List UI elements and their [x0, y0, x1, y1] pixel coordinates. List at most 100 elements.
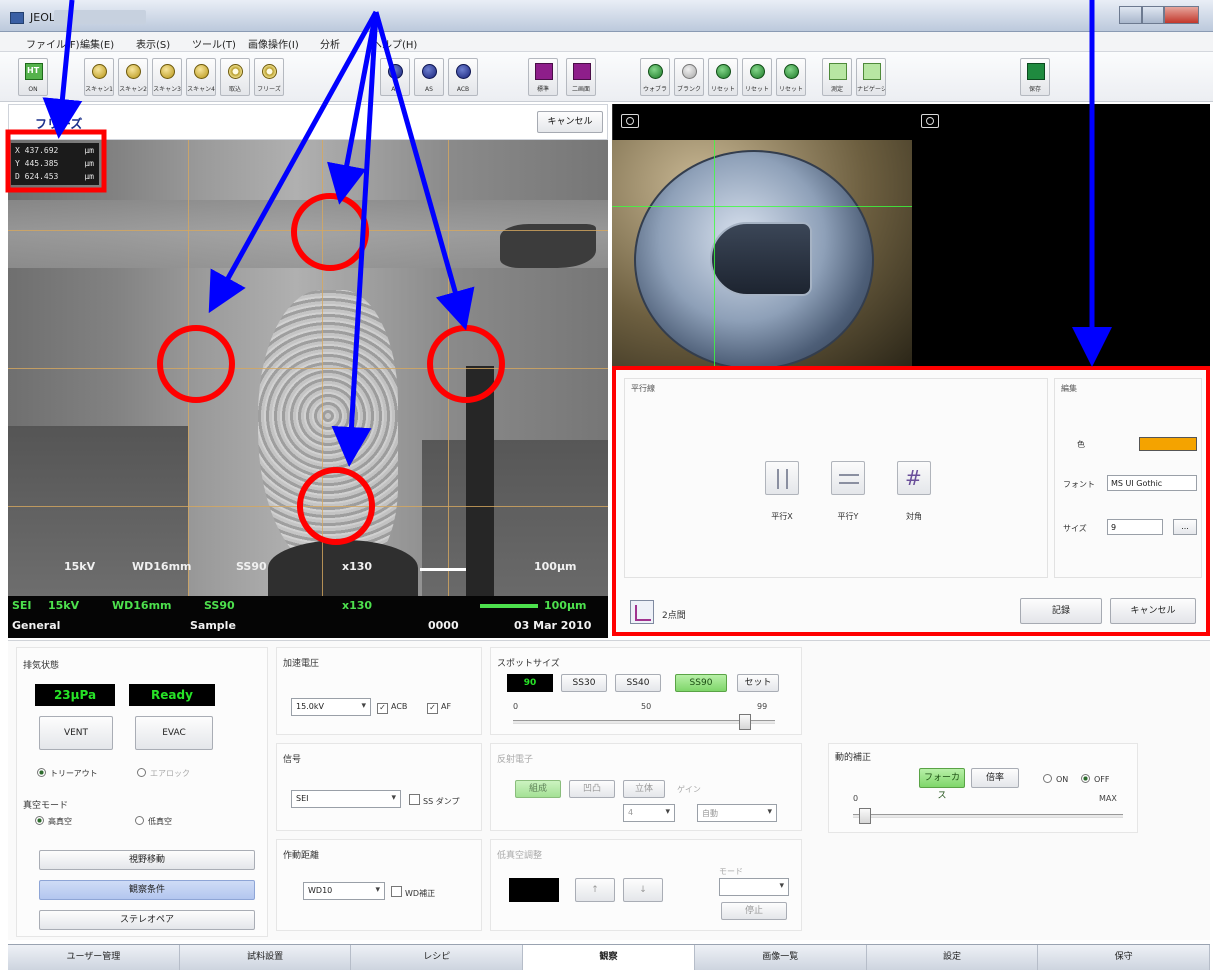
- menu-help[interactable]: ヘルプ(H): [372, 36, 417, 51]
- tab-settings[interactable]: 設定: [866, 945, 1039, 970]
- spot-size-slider[interactable]: [513, 720, 775, 724]
- dual-view-button[interactable]: 二画面: [566, 58, 596, 96]
- minimize-button[interactable]: [1119, 6, 1142, 24]
- measure-button[interactable]: 測定: [822, 58, 852, 96]
- chamber-camera-view[interactable]: [612, 140, 912, 366]
- scan4-button[interactable]: スキャン4: [186, 58, 216, 96]
- two-point-icon[interactable]: [630, 600, 654, 624]
- navigation-button[interactable]: ナビゲーション: [856, 58, 886, 96]
- scan2-button[interactable]: スキャン2: [118, 58, 148, 96]
- acb-button[interactable]: ACB: [448, 58, 478, 96]
- airlock-radio[interactable]: エアロック: [137, 768, 190, 779]
- spot-set-button[interactable]: セット: [737, 674, 779, 692]
- accel-voltage-select[interactable]: 15.0kV: [291, 698, 371, 716]
- overlay-scale: 100μm: [534, 560, 577, 573]
- diagonal-button[interactable]: #: [897, 461, 931, 495]
- single-view-icon: [535, 63, 553, 80]
- dyn-slider[interactable]: [853, 814, 1123, 818]
- gain-select[interactable]: 4: [623, 804, 675, 822]
- observation-conditions-button[interactable]: 観察条件: [39, 880, 255, 900]
- compo-button[interactable]: 組成: [515, 780, 561, 798]
- dyn-off-radio[interactable]: OFF: [1081, 774, 1110, 784]
- tab-image-list[interactable]: 画像一覧: [694, 945, 867, 970]
- maximize-button[interactable]: [1141, 6, 1165, 24]
- menu-edit[interactable]: 編集(E): [80, 36, 114, 51]
- wobbler-button[interactable]: ウォブラ: [640, 58, 670, 96]
- reset3-button[interactable]: リセット: [776, 58, 806, 96]
- freeze-button[interactable]: フリーズ: [254, 58, 284, 96]
- field-move-button[interactable]: 視野移動: [39, 850, 255, 870]
- drawout-radio[interactable]: トリーアウト: [37, 768, 98, 779]
- tab-recipe[interactable]: レシピ: [351, 945, 524, 970]
- brightness-select[interactable]: 自動: [697, 804, 777, 822]
- focus-button[interactable]: フォーカス: [919, 768, 965, 801]
- signal-select[interactable]: SEI: [291, 790, 401, 808]
- af-button[interactable]: AF: [380, 58, 410, 96]
- menu-analysis[interactable]: 分析: [320, 36, 340, 51]
- reset2-button[interactable]: リセット: [742, 58, 772, 96]
- overlay-mag: x130: [342, 560, 373, 573]
- ht-button[interactable]: HT ON: [18, 58, 48, 96]
- blank-icon: [682, 64, 697, 79]
- evac-button[interactable]: EVAC: [135, 716, 213, 750]
- stop-button[interactable]: 停止: [721, 902, 787, 920]
- acb-checkbox[interactable]: ACB: [377, 702, 407, 714]
- shadow-button[interactable]: 立体: [623, 780, 665, 798]
- scan-icon: [160, 64, 175, 79]
- tab-user-management[interactable]: ユーザー管理: [8, 945, 180, 970]
- cancel-freeze-button[interactable]: キャンセル: [537, 111, 603, 133]
- up-arrow-button[interactable]: ↑: [575, 878, 615, 902]
- mode-label: フリーズ: [35, 117, 83, 131]
- camera-icon[interactable]: [621, 114, 639, 128]
- stereo-pair-button[interactable]: ステレオペア: [39, 910, 255, 930]
- menu-image[interactable]: 画像操作(I): [248, 36, 299, 51]
- record-button[interactable]: 記録: [1020, 598, 1102, 624]
- ss40-button[interactable]: SS40: [615, 674, 661, 692]
- ss30-button[interactable]: SS30: [561, 674, 607, 692]
- parallel-y-button[interactable]: [831, 461, 865, 495]
- camera-icon[interactable]: [921, 114, 939, 128]
- spot-size-slider-knob[interactable]: [739, 714, 751, 730]
- measure-line-h2: [8, 368, 608, 369]
- down-arrow-button[interactable]: ↓: [623, 878, 663, 902]
- app-icon: [10, 12, 24, 24]
- parallel-x-button[interactable]: [765, 461, 799, 495]
- menu-file[interactable]: ファイル(F): [26, 36, 80, 51]
- menu-tools[interactable]: ツール(T): [192, 36, 236, 51]
- ss90-button[interactable]: SS90: [675, 674, 727, 692]
- dyn-slider-knob[interactable]: [859, 808, 871, 824]
- scan1-button[interactable]: スキャン1: [84, 58, 114, 96]
- lv-mode-select[interactable]: [719, 878, 789, 896]
- ratio-button[interactable]: 倍率: [971, 768, 1019, 788]
- low-vacuum-radio[interactable]: 低真空: [135, 816, 172, 827]
- topo-button[interactable]: 凹凸: [569, 780, 615, 798]
- vent-button[interactable]: VENT: [39, 716, 113, 750]
- tab-maintenance[interactable]: 保守: [1038, 945, 1211, 970]
- reset1-button[interactable]: リセット: [708, 58, 738, 96]
- ss-dump-checkbox[interactable]: SS ダンプ: [409, 794, 459, 807]
- dual-view-icon: [573, 63, 591, 80]
- af-checkbox[interactable]: AF: [427, 702, 451, 714]
- wd-correction-checkbox[interactable]: WD補正: [391, 886, 435, 899]
- as-button[interactable]: AS: [414, 58, 444, 96]
- font-field[interactable]: MS UI Gothic: [1107, 475, 1197, 491]
- sem-image-view[interactable]: X 437.692 μm Y 445.385 μm D 624.453 μm 15kV…: [8, 140, 608, 596]
- standard-view-button[interactable]: 標準: [528, 58, 558, 96]
- dyn-on-radio[interactable]: ON: [1043, 774, 1068, 784]
- size-browse-button[interactable]: ...: [1173, 519, 1197, 535]
- wd-select[interactable]: WD10: [303, 882, 385, 900]
- tab-specimen-setup[interactable]: 試料設置: [179, 945, 352, 970]
- high-vacuum-radio[interactable]: 高真空: [35, 816, 72, 827]
- size-field[interactable]: 9: [1107, 519, 1163, 535]
- font-label: フォント: [1063, 480, 1095, 489]
- color-swatch[interactable]: [1139, 437, 1197, 451]
- tab-observe[interactable]: 観察: [523, 945, 695, 970]
- blank-button[interactable]: ブランク: [674, 58, 704, 96]
- spot-tick-max: 99: [757, 702, 768, 711]
- save-button[interactable]: 保存: [1020, 58, 1050, 96]
- menu-view[interactable]: 表示(S): [136, 36, 170, 51]
- scan3-button[interactable]: スキャン3: [152, 58, 182, 96]
- cancel-button[interactable]: キャンセル: [1110, 598, 1196, 624]
- close-button[interactable]: [1164, 6, 1200, 24]
- capture-button[interactable]: 取込: [220, 58, 250, 96]
